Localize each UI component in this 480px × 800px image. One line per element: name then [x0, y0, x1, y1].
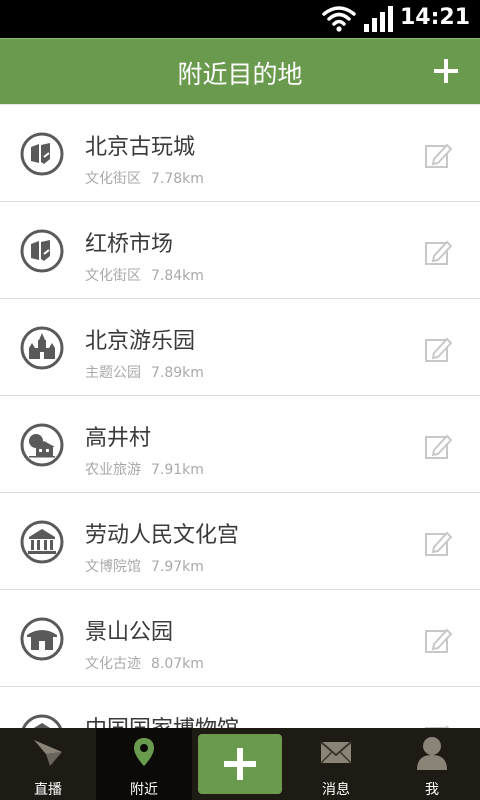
place-name: 劳动人民文化宫 [85, 523, 240, 548]
tab-messages[interactable]: 消息 [288, 728, 384, 800]
place-name: 中国国家博物馆 [85, 711, 239, 728]
list-item[interactable]: 北京游乐园主题公园 7.89km [0, 298, 480, 395]
gate-icon [20, 617, 64, 661]
place-name: 北京游乐园 [85, 329, 196, 354]
tab-label: 我 [425, 782, 439, 798]
place-category: 文化街区 [85, 268, 141, 284]
tab-live[interactable]: 直播 [0, 728, 96, 800]
place-distance: 8.07km [151, 656, 204, 672]
place-distance: 7.84km [151, 268, 204, 284]
place-meta: 文化街区 7.78km [85, 168, 204, 188]
museum-icon [22, 714, 62, 728]
place-distance: 7.91km [151, 462, 204, 478]
tab-label: 直播 [34, 782, 62, 798]
edit-icon[interactable] [424, 626, 453, 654]
museum-icon [20, 520, 64, 564]
place-category: 主题公园 [85, 365, 141, 381]
place-meta: 文博院馆 7.97km [85, 556, 204, 576]
place-name: 红桥市场 [85, 232, 174, 257]
location-pin-icon [134, 738, 154, 766]
list-item[interactable]: 景山公园文化古迹 8.07km [0, 589, 480, 686]
edit-icon[interactable] [424, 529, 453, 557]
culture-street-icon [20, 229, 64, 273]
place-meta: 文化古迹 8.07km [85, 653, 204, 673]
bottom-tab-bar: 直播 附近 消息 我 [0, 728, 480, 800]
list-item[interactable]: 中国国家博物馆文博院馆 [0, 686, 480, 728]
place-distance: 7.97km [151, 559, 204, 575]
place-distance: 7.89km [151, 365, 204, 381]
tab-label: 附近 [130, 782, 158, 798]
place-meta: 文化街区 7.84km [85, 265, 204, 285]
castle-icon [20, 326, 64, 370]
list-item[interactable]: 北京古玩城文化街区 7.78km [0, 104, 480, 201]
add-destination-button[interactable] [426, 49, 466, 93]
place-meta: 农业旅游 7.91km [85, 459, 204, 479]
place-meta: 主题公园 7.89km [85, 362, 204, 382]
app-header: 附近目的地 [0, 38, 480, 104]
paper-plane-icon [34, 740, 62, 766]
tab-nearby[interactable]: 附近 [96, 728, 192, 800]
list-item[interactable]: 红桥市场文化街区 7.84km [0, 201, 480, 298]
place-name: 高井村 [85, 426, 152, 451]
place-name: 景山公园 [85, 620, 174, 645]
place-category: 文化古迹 [85, 656, 141, 672]
list-item[interactable]: 劳动人民文化宫文博院馆 7.97km [0, 492, 480, 589]
tab-me[interactable]: 我 [384, 728, 480, 800]
status-bar: 14:21 [0, 0, 480, 38]
place-category: 文化街区 [85, 171, 141, 187]
place-distance: 7.78km [151, 171, 204, 187]
place-category: 农业旅游 [85, 462, 141, 478]
edit-icon[interactable] [424, 141, 453, 169]
edit-icon[interactable] [424, 432, 453, 460]
nearby-list[interactable]: 北京古玩城 文化街区 7.78km 红桥市场 文化街区 7.84km 北京游乐园 主题公园 7.… [0, 104, 480, 728]
wifi-icon [322, 6, 356, 32]
signal-icon [364, 6, 393, 32]
list-item[interactable]: 高井村农业旅游 7.91km [0, 395, 480, 492]
status-time: 14:21 [399, 5, 470, 30]
farmhouse-icon [20, 423, 64, 467]
edit-icon[interactable] [424, 238, 453, 266]
place-name: 北京古玩城 [85, 135, 196, 160]
user-icon [417, 737, 447, 770]
tab-add-button[interactable] [198, 734, 282, 794]
place-category: 文博院馆 [85, 559, 141, 575]
page-title: 附近目的地 [177, 60, 303, 89]
culture-street-icon [20, 132, 64, 176]
edit-icon[interactable] [424, 335, 453, 363]
envelope-icon [320, 741, 352, 764]
tab-label: 消息 [322, 782, 350, 798]
